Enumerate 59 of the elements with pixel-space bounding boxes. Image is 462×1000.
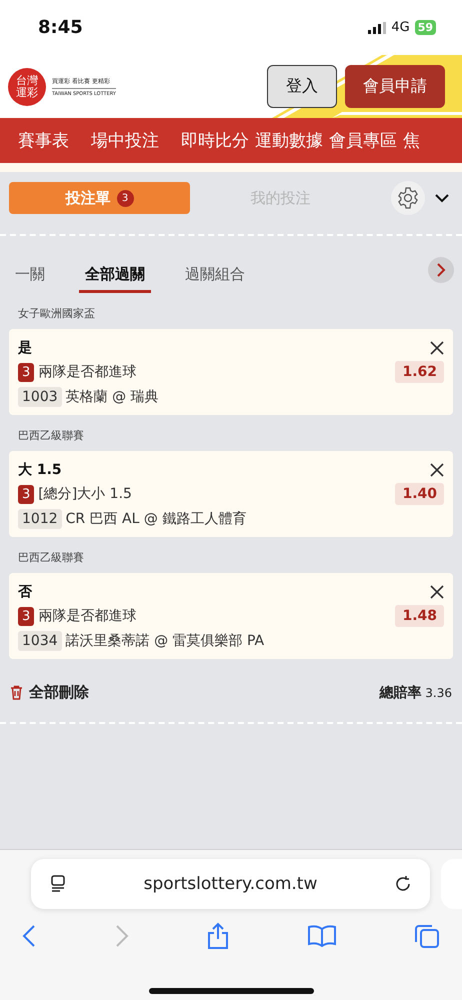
selection-label: 是 <box>18 339 32 357</box>
reload-icon[interactable] <box>394 875 412 893</box>
reader-icon[interactable] <box>49 875 67 893</box>
battery-indicator: 59 <box>414 20 436 35</box>
mode-tab[interactable]: 過關組合 <box>179 264 251 293</box>
selection-label: 大 1.5 <box>18 461 62 479</box>
back-icon[interactable] <box>22 925 36 947</box>
signal-icon <box>368 22 386 34</box>
chevron-right-icon <box>436 263 446 277</box>
url-text: sportslottery.com.tw <box>142 874 318 894</box>
match-label: CR 巴西 AL @ 鐵路工人體育 <box>66 510 246 528</box>
settings-button[interactable] <box>391 181 425 215</box>
league-label: 女子歐洲國家盃 <box>17 306 96 322</box>
close-icon[interactable] <box>430 585 444 599</box>
bet-tab[interactable]: 投注單 3 <box>9 182 190 214</box>
settings-icon <box>396 186 420 210</box>
league-label: 巴西乙級聯賽 <box>17 428 85 444</box>
selection-label: 否 <box>18 583 32 601</box>
logo-seal: 台灣運彩 <box>8 68 46 106</box>
market-label: 兩隊是否都進球 <box>38 363 136 381</box>
game-code: 1034 <box>18 631 62 651</box>
match-label: 英格蘭 @ 瑞典 <box>66 388 159 406</box>
mode-tab[interactable]: 全部過關 <box>79 264 151 293</box>
nav-item[interactable]: 賽事表 <box>18 129 69 152</box>
nav-item[interactable]: 運動數據 <box>255 129 323 152</box>
count-badge: 3 <box>116 190 134 206</box>
trash-icon[interactable] <box>10 685 23 700</box>
market-label: [總分]大小 1.5 <box>38 485 132 503</box>
scroll-right-button[interactable] <box>428 257 454 283</box>
book-icon[interactable] <box>308 925 336 947</box>
nav-item[interactable]: 即時比分 <box>181 129 249 152</box>
register-button[interactable]: 會員申請 <box>345 65 445 108</box>
nav-item[interactable]: 場中投注 <box>91 129 159 152</box>
game-code: 1003 <box>18 387 62 407</box>
share-icon[interactable] <box>207 922 229 950</box>
mode-tab[interactable]: 一關 <box>9 264 51 293</box>
login-button[interactable]: 登入 <box>267 65 337 108</box>
close-icon[interactable] <box>430 341 444 355</box>
game-code: 1012 <box>18 509 62 529</box>
count-badge: 3 <box>18 484 34 504</box>
odds-value: 1.48 <box>395 605 444 627</box>
nav-item[interactable]: 會員專區 <box>329 129 397 152</box>
status-time: 8:45 <box>38 17 83 38</box>
count-badge: 3 <box>18 606 34 626</box>
match-label: 諾沃里桑蒂諾 @ 雷莫俱樂部 PA <box>66 632 264 650</box>
total-odds-value: 3.36 <box>425 686 452 700</box>
address-bar[interactable]: sportslottery.com.tw <box>31 859 430 909</box>
delete-all-button[interactable]: 全部刪除 <box>29 683 89 702</box>
total-odds-label: 總賠率 <box>379 684 422 702</box>
close-icon[interactable] <box>430 463 444 477</box>
nav-item[interactable]: 焦 <box>403 129 420 152</box>
market-label: 兩隊是否都進球 <box>38 607 136 625</box>
odds-value: 1.40 <box>395 483 444 505</box>
network-label: 4G <box>391 20 410 35</box>
tabs-icon[interactable] <box>414 923 440 949</box>
chevron-down-icon[interactable] <box>435 194 449 202</box>
league-label: 巴西乙級聯賽 <box>17 550 85 566</box>
count-badge: 3 <box>18 362 34 382</box>
odds-value: 1.62 <box>395 361 444 383</box>
